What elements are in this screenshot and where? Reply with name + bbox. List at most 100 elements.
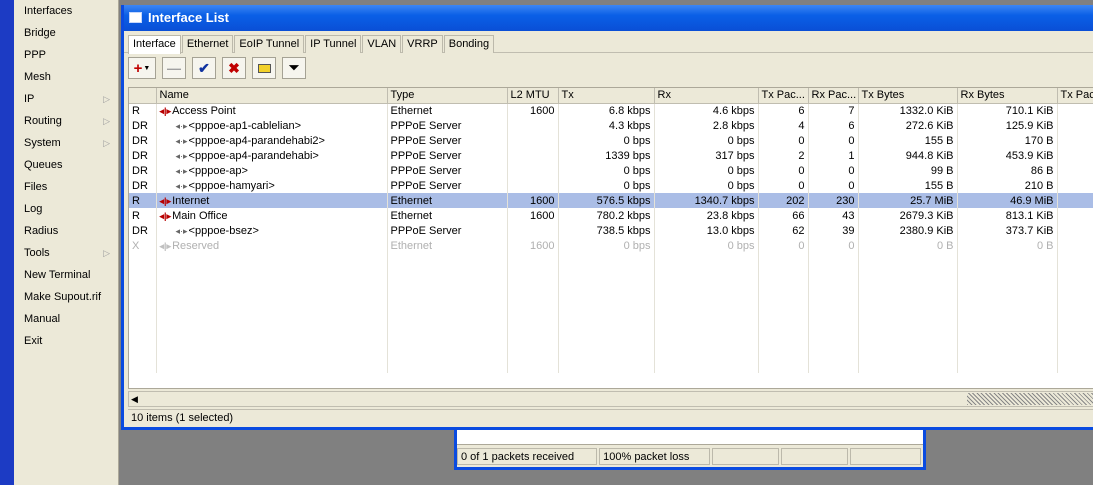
ping-status-cell bbox=[711, 448, 779, 465]
table-row[interactable]: DR ◂·▸<pppoe-hamyari> PPPoE Server 0 bps 0 b… bbox=[129, 178, 1093, 193]
filter-button[interactable]: ⏷ bbox=[282, 57, 306, 79]
column-header-rx[interactable]: Rx bbox=[654, 88, 759, 104]
menu-item-routing[interactable]: Routing ▷ bbox=[14, 110, 118, 132]
column-header-rx-bytes[interactable]: Rx Bytes bbox=[957, 88, 1058, 104]
menu-item-label: Tools bbox=[24, 247, 50, 259]
menu-item-manual[interactable]: Manual bbox=[14, 308, 118, 330]
row-tx-cell: 576.5 kbps bbox=[558, 193, 655, 208]
menu-item-system[interactable]: System ▷ bbox=[14, 132, 118, 154]
row-name-cell: ◂·▸<pppoe-hamyari> bbox=[156, 178, 388, 193]
menu-item-make-supout-rif[interactable]: Make Supout.rif bbox=[14, 286, 118, 308]
menu-item-ip[interactable]: IP ▷ bbox=[14, 88, 118, 110]
row-flags: DR bbox=[129, 148, 157, 163]
table-row[interactable]: DR ◂·▸<pppoe-ap1-cablelian> PPPoE Server 4.… bbox=[129, 118, 1093, 133]
table-row[interactable]: R ◂|▸Access Point Ethernet 1600 6.8 kbps 4.6 … bbox=[129, 103, 1093, 118]
menu-item-label: Make Supout.rif bbox=[24, 291, 102, 303]
column-header-tx[interactable]: Tx bbox=[558, 88, 655, 104]
tab-eoip-tunnel[interactable]: EoIP Tunnel bbox=[234, 35, 305, 53]
empty-cell bbox=[858, 283, 958, 298]
empty-cell bbox=[1057, 298, 1093, 313]
empty-cell bbox=[507, 298, 559, 313]
ping-status-cell bbox=[780, 448, 848, 465]
empty-cell bbox=[808, 343, 859, 358]
empty-cell bbox=[1057, 358, 1093, 373]
row-tx-cell: 0 bps bbox=[558, 238, 655, 253]
row-txpac-cell bbox=[1057, 163, 1093, 178]
row-type-cell: Ethernet bbox=[387, 208, 508, 223]
menu-item-mesh[interactable]: Mesh bbox=[14, 66, 118, 88]
empty-cell bbox=[654, 328, 759, 343]
column-header-type[interactable]: Type bbox=[387, 88, 508, 104]
column-header-tx-pac[interactable]: Tx Pac bbox=[1057, 88, 1093, 104]
row-tx-cell: 0 bps bbox=[558, 178, 655, 193]
row-rxb-cell: 453.9 KiB bbox=[957, 148, 1058, 163]
row-txb-cell: 272.6 KiB bbox=[858, 118, 958, 133]
table-row[interactable]: X ◂|▸Reserved Ethernet 1600 0 bps 0 bps 0 0 0 B0… bbox=[129, 238, 1093, 253]
menu-item-new-terminal[interactable]: New Terminal bbox=[14, 264, 118, 286]
row-flags: R bbox=[129, 103, 157, 118]
menu-item-files[interactable]: Files bbox=[14, 176, 118, 198]
empty-cell bbox=[1057, 253, 1093, 268]
tab-interface[interactable]: Interface bbox=[128, 35, 181, 54]
row-txp-cell: 0 bbox=[758, 238, 809, 253]
toolbar: + ▼ — ✔ ✖ ⏷ bbox=[124, 53, 1093, 83]
row-name-cell: ◂|▸Main Office bbox=[156, 208, 388, 223]
menu-item-tools[interactable]: Tools ▷ bbox=[14, 242, 118, 264]
empty-cell bbox=[507, 358, 559, 373]
tab-ethernet[interactable]: Ethernet bbox=[181, 35, 234, 53]
tab-vrrp[interactable]: VRRP bbox=[402, 35, 443, 53]
remove-button[interactable]: — bbox=[162, 57, 186, 79]
column-header-tx-pac[interactable]: Tx Pac... bbox=[758, 88, 809, 104]
row-txpac-cell bbox=[1057, 148, 1093, 163]
empty-cell bbox=[654, 283, 759, 298]
row-type-cell: PPPoE Server bbox=[387, 163, 508, 178]
menu-item-ppp[interactable]: PPP bbox=[14, 44, 118, 66]
enable-button[interactable]: ✔ bbox=[192, 57, 216, 79]
tab-vlan[interactable]: VLAN bbox=[362, 35, 402, 53]
empty-row bbox=[129, 313, 1093, 328]
column-header-name[interactable]: Name bbox=[156, 88, 388, 104]
row-name: <pppoe-ap4-parandehabi> bbox=[188, 149, 319, 162]
menu-item-exit[interactable]: Exit bbox=[14, 330, 118, 352]
column-header-l2-mtu[interactable]: L2 MTU bbox=[507, 88, 559, 104]
empty-cell bbox=[558, 253, 655, 268]
table-row[interactable]: R ◂|▸Main Office Ethernet 1600 780.2 kbps 23.… bbox=[129, 208, 1093, 223]
empty-cell bbox=[957, 283, 1058, 298]
menu-item-label: Exit bbox=[24, 335, 43, 347]
row-name: <pppoe-ap4-parandehabi2> bbox=[188, 134, 325, 147]
tab-ip-tunnel[interactable]: IP Tunnel bbox=[305, 35, 362, 53]
menu-item-log[interactable]: Log bbox=[14, 198, 118, 220]
row-txp-cell: 4 bbox=[758, 118, 809, 133]
menu-item-queues[interactable]: Queues bbox=[14, 154, 118, 176]
row-txb-cell: 2679.3 KiB bbox=[858, 208, 958, 223]
minus-icon: — bbox=[167, 60, 181, 76]
menu-item-interfaces[interactable]: Interfaces bbox=[14, 0, 118, 22]
menu-item-radius[interactable]: Radius bbox=[14, 220, 118, 242]
table-row[interactable]: DR ◂·▸<pppoe-ap> PPPoE Server 0 bps 0 bps 0 0 9… bbox=[129, 163, 1093, 178]
window-titlebar[interactable]: Interface List bbox=[124, 5, 1093, 31]
empty-cell bbox=[758, 313, 809, 328]
submenu-arrow-icon: ▷ bbox=[103, 248, 110, 258]
table-row[interactable]: R ◂|▸Internet Ethernet 1600 576.5 kbps 1340.7… bbox=[129, 193, 1093, 208]
table-row[interactable]: DR ◂·▸<pppoe-ap4-parandehabi2> PPPoE Serve… bbox=[129, 133, 1093, 148]
tab-bonding[interactable]: Bonding bbox=[443, 35, 495, 53]
menu-item-bridge[interactable]: Bridge bbox=[14, 22, 118, 44]
column-header-rx-pac[interactable]: Rx Pac... bbox=[808, 88, 859, 104]
row-flags: DR bbox=[129, 133, 157, 148]
comment-button[interactable] bbox=[252, 57, 276, 79]
column-header-tx-bytes[interactable]: Tx Bytes bbox=[858, 88, 958, 104]
scrollbar-thumb[interactable] bbox=[967, 393, 1093, 405]
add-button[interactable]: + ▼ bbox=[128, 57, 156, 79]
table-row[interactable]: DR ◂·▸<pppoe-ap4-parandehabi> PPPoE Server… bbox=[129, 148, 1093, 163]
disable-button[interactable]: ✖ bbox=[222, 57, 246, 79]
row-rxb-cell: 170 B bbox=[957, 133, 1058, 148]
horizontal-scrollbar[interactable]: ◀ bbox=[128, 391, 1093, 407]
table-row[interactable]: DR ◂·▸<pppoe-bsez> PPPoE Server 738.5 kbps 1… bbox=[129, 223, 1093, 238]
empty-cell bbox=[957, 313, 1058, 328]
ping-status-bar: 0 of 1 packets received 100% packet loss bbox=[457, 445, 923, 465]
column-header-flags[interactable] bbox=[129, 88, 157, 104]
menu-item-label: IP bbox=[24, 93, 35, 105]
scroll-left-icon[interactable]: ◀ bbox=[131, 394, 138, 405]
empty-cell bbox=[1057, 283, 1093, 298]
status-bar: 10 items (1 selected) bbox=[128, 409, 1093, 427]
